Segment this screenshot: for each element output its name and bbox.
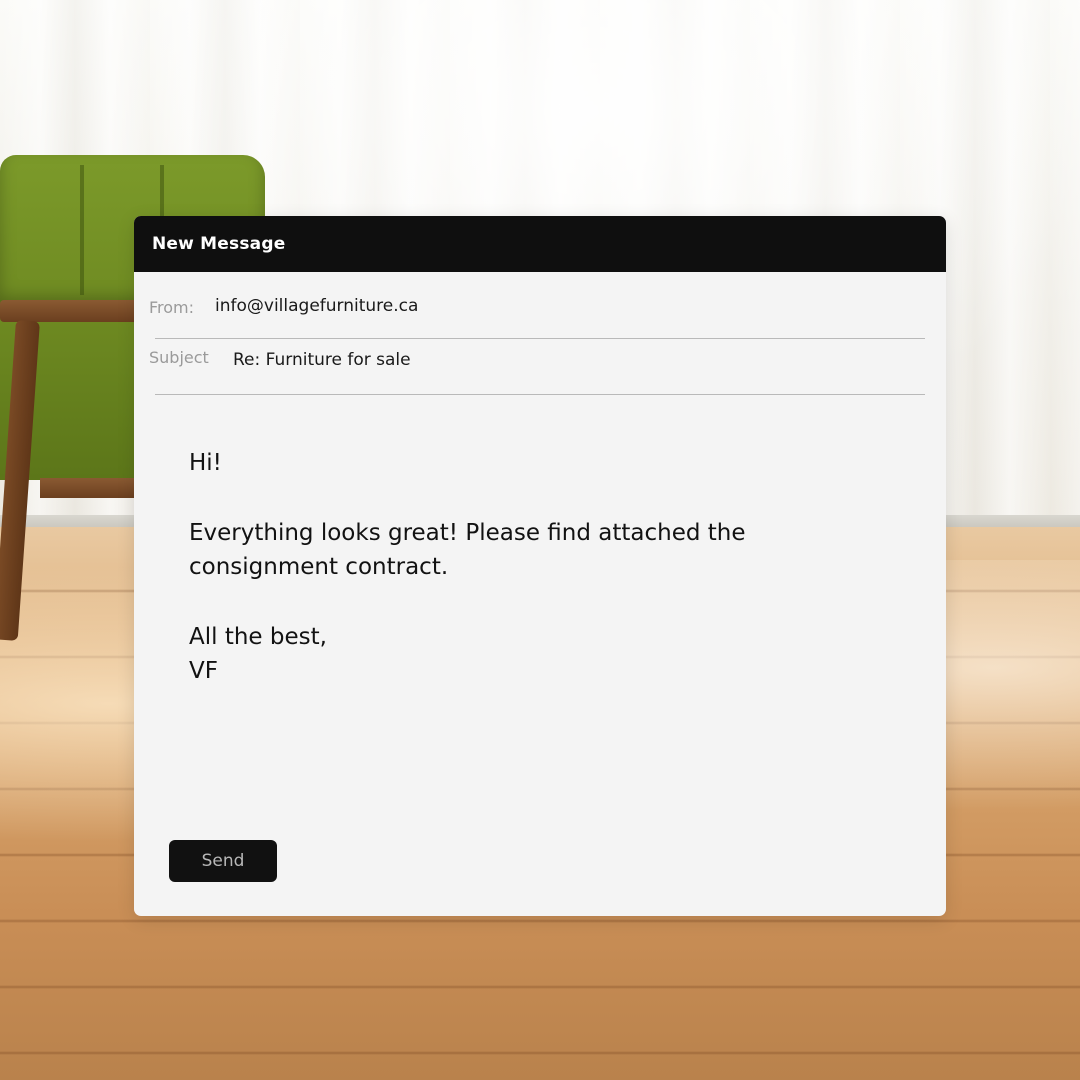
window-titlebar: New Message bbox=[134, 216, 946, 272]
message-paragraph: Everything looks great! Please find atta… bbox=[189, 516, 869, 585]
chair-tuft-line bbox=[80, 165, 84, 295]
window-title: New Message bbox=[152, 234, 286, 254]
greeting-line: Hi! bbox=[189, 450, 222, 476]
from-field-row: From: info@villagefurniture.ca bbox=[149, 296, 925, 339]
new-message-window: New Message From: info@villagefurniture.… bbox=[134, 216, 946, 916]
signoff-paragraph: All the best, VF bbox=[189, 620, 869, 689]
message-line: Everything looks great! Please find atta… bbox=[189, 519, 746, 546]
subject-label: Subject bbox=[149, 348, 209, 367]
signature-line: VF bbox=[189, 658, 218, 684]
signoff-line: All the best, bbox=[189, 623, 327, 650]
subject-field-row: Subject Re: Furniture for sale bbox=[149, 348, 925, 395]
subject-field[interactable]: Re: Furniture for sale bbox=[233, 350, 411, 370]
armchair-wooden-arm bbox=[0, 300, 150, 322]
message-body[interactable]: Hi! Everything looks great! Please find … bbox=[189, 446, 869, 724]
greeting-paragraph: Hi! bbox=[189, 446, 869, 481]
send-button[interactable]: Send bbox=[169, 840, 277, 882]
from-field[interactable]: info@villagefurniture.ca bbox=[215, 296, 418, 316]
message-line: consignment contract. bbox=[189, 554, 449, 580]
from-label: From: bbox=[149, 298, 195, 317]
